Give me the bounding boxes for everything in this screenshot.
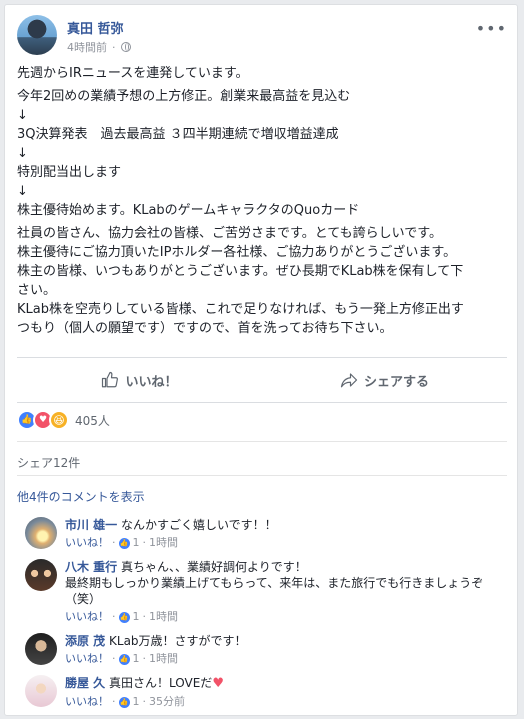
comment-text: KLab万歳！さすがです！ — [109, 634, 247, 648]
comment-actions: いいね！ · 👍 1 · 1時間 — [65, 535, 178, 551]
comment-like-count[interactable]: 1 — [133, 694, 140, 710]
share-button[interactable]: シェアする — [262, 371, 507, 390]
comment-like-button[interactable]: いいね！ — [65, 651, 109, 667]
globe-icon — [120, 42, 131, 52]
reaction-count[interactable]: 405人 — [75, 412, 110, 429]
action-bar: いいね！ シェアする — [17, 357, 507, 403]
post-meta: 4時間前 · — [67, 39, 131, 55]
post-line: 株主の皆様、いつもありがとうございます。ぜひ長期でKLab株を保有して下 — [17, 264, 464, 279]
commenter-name[interactable]: 添原 茂 — [65, 634, 105, 648]
like-badge-icon: 👍 — [118, 611, 130, 623]
post-line: 株主優待にご協力頂いたIPホルダー各社様、ご協力ありがとうございます。 — [17, 245, 457, 260]
comment-actions: いいね！ · 👍 1 · 1時間 — [65, 651, 178, 667]
comment-actions: いいね！ · 👍 1 · 35分前 — [65, 694, 185, 710]
like-badge-icon: 👍 — [118, 653, 130, 665]
share-label: シェアする — [363, 374, 429, 390]
more-options-icon[interactable]: ••• — [476, 19, 507, 38]
comment-time[interactable]: 35分前 — [149, 694, 185, 710]
like-label: いいね！ — [125, 374, 178, 390]
post-line: ↓ — [17, 146, 28, 161]
comment-like-count[interactable]: 1 — [133, 651, 140, 667]
comment-like-button[interactable]: いいね！ — [65, 694, 109, 710]
like-badge-icon: 👍 — [118, 696, 130, 708]
post-line: ↓ — [17, 108, 28, 123]
like-button[interactable]: いいね！ — [17, 371, 262, 390]
post-line: ↓ — [17, 184, 28, 199]
post-line: 3Q決算発表 過去最高益 ３四半期連続で増収増益達成 — [17, 127, 339, 142]
comment-text: 真ちゃん、、業績好調何よりです！ — [121, 560, 307, 574]
like-badge-icon: 👍 — [118, 537, 130, 549]
comment-time[interactable]: 1時間 — [149, 609, 178, 625]
comment-text: （笑） — [65, 592, 102, 606]
commenter-avatar[interactable] — [25, 675, 57, 707]
haha-reaction-icon: 😆 — [49, 410, 69, 430]
author-name[interactable]: 真田 哲弥 — [67, 18, 124, 37]
share-arrow-icon — [340, 373, 358, 388]
comment-text: なんかすごく嬉しいです！！ — [121, 518, 277, 532]
post-line: 社員の皆さん、協力会社の皆様、ご苦労さまです。とても誇らしいです。 — [17, 226, 442, 241]
author-avatar[interactable] — [17, 15, 57, 55]
post-line: 今年2回めの業績予想の上方修正。創業来最高益を見込む — [17, 89, 351, 104]
reaction-summary[interactable]: 👍 ♥ 😆 405人 — [17, 409, 110, 431]
share-count[interactable]: シェア12件 — [17, 441, 507, 471]
post-line: さい。 — [17, 283, 57, 298]
comment-text: 最終期もしっかり業績上げてもらって、来年は、また旅行でも行きましょうぞ — [65, 576, 484, 590]
comment-like-button[interactable]: いいね！ — [65, 535, 109, 551]
commenter-avatar[interactable] — [25, 559, 57, 591]
commenter-avatar[interactable] — [25, 633, 57, 665]
post-card: 真田 哲弥 4時間前 · ••• 先週からIRニュースを連発しています。 今年2… — [4, 4, 518, 716]
post-line: 先週からIRニュースを連発しています。 — [17, 66, 249, 81]
commenter-name[interactable]: 市川 雄一 — [65, 518, 117, 532]
commenter-avatar[interactable] — [25, 517, 57, 549]
thumbs-up-icon — [102, 371, 119, 388]
post-line: KLab株を空売りしている皆様、これで足りなければ、もう一発上方修正出す — [17, 302, 464, 317]
comment-text: 真田さん！LOVEだ — [109, 676, 213, 690]
post-line: 特別配当出します — [17, 165, 122, 180]
post-header: 真田 哲弥 4時間前 · ••• — [17, 15, 507, 59]
commenter-name[interactable]: 八木 重行 — [65, 560, 117, 574]
post-line: 株主優待始めます。KLabのゲームキャラクタのQuoカード — [17, 203, 360, 218]
post-line: つもり（個人の願望です）ですので、首を洗ってお待ち下さい。 — [17, 321, 393, 336]
comment-like-count[interactable]: 1 — [133, 535, 140, 551]
comment-time[interactable]: 1時間 — [149, 535, 178, 551]
comment-like-button[interactable]: いいね！ — [65, 609, 109, 625]
post-body: 先週からIRニュースを連発しています。 今年2回めの業績予想の上方修正。創業来最… — [17, 64, 509, 338]
comment-time[interactable]: 1時間 — [149, 651, 178, 667]
comment-like-count[interactable]: 1 — [133, 609, 140, 625]
heart-icon: ♥ — [212, 676, 224, 691]
post-time[interactable]: 4時間前 — [67, 39, 107, 55]
commenter-name[interactable]: 勝屋 久 — [65, 676, 105, 690]
comment-actions: いいね！ · 👍 1 · 1時間 — [65, 609, 178, 625]
view-more-comments-link[interactable]: 他4件のコメントを表示 — [17, 475, 507, 509]
